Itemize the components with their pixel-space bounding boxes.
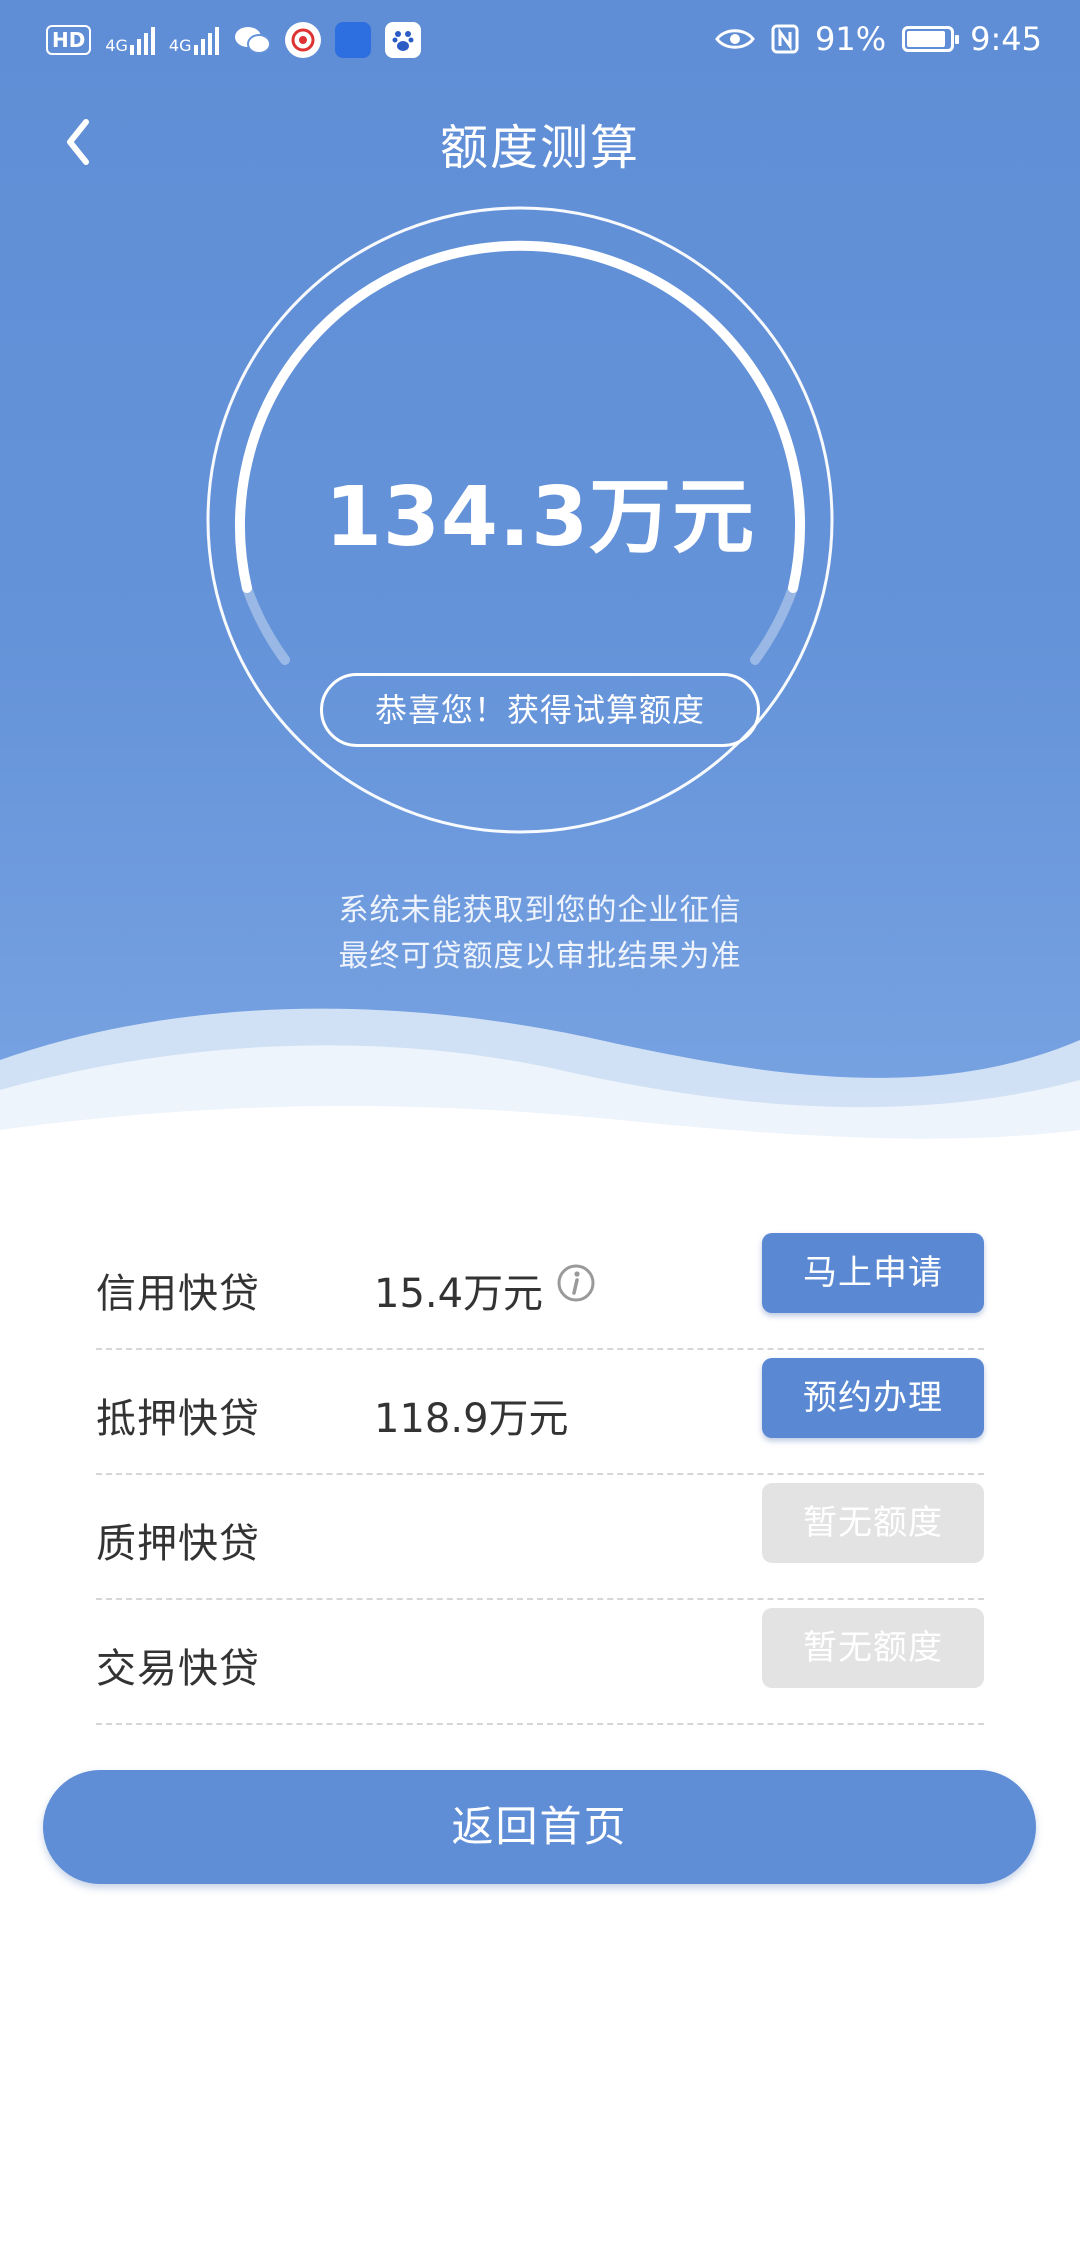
apply-now-button[interactable]: 马上申请 bbox=[762, 1233, 984, 1313]
wave-decoration bbox=[0, 1008, 1080, 1200]
clock: 9:45 bbox=[970, 20, 1042, 58]
no-quota-button: 暂无额度 bbox=[762, 1608, 984, 1688]
product-row-credit: 信用快贷 15.4万元 马上申请 bbox=[96, 1225, 984, 1350]
battery-icon bbox=[902, 26, 960, 52]
product-row-pledge: 质押快贷 暂无额度 bbox=[96, 1475, 984, 1600]
product-name: 信用快贷 bbox=[96, 1271, 260, 1317]
eye-icon bbox=[715, 29, 755, 49]
autohome-icon bbox=[334, 22, 371, 58]
notice-text: 系统未能获取到您的企业征信 最终可贷额度以审批结果为准 bbox=[0, 888, 1080, 980]
notice-line: 系统未能获取到您的企业征信 bbox=[338, 893, 742, 928]
battery-percent: 91% bbox=[815, 20, 887, 58]
page-title: 额度测算 bbox=[439, 120, 640, 176]
product-row-transaction: 交易快贷 暂无额度 bbox=[96, 1600, 984, 1725]
product-list: 信用快贷 15.4万元 马上申请 抵押快贷 118.9万元 预约办理 质押快贷 … bbox=[96, 1225, 984, 1725]
info-icon[interactable] bbox=[556, 1263, 596, 1303]
product-name: 抵押快贷 bbox=[96, 1396, 260, 1442]
signal-icon: 4G bbox=[169, 25, 219, 55]
product-row-mortgage: 抵押快贷 118.9万元 预约办理 bbox=[96, 1350, 984, 1475]
product-name: 质押快贷 bbox=[96, 1521, 260, 1567]
product-amount: 15.4万元 bbox=[374, 1271, 544, 1317]
product-name: 交易快贷 bbox=[96, 1646, 260, 1692]
back-to-home-button[interactable]: 返回首页 bbox=[43, 1770, 1036, 1884]
nfc-icon bbox=[771, 24, 799, 54]
app-icon bbox=[284, 22, 321, 58]
estimated-amount: 134.3万元 bbox=[324, 470, 756, 565]
baidu-icon bbox=[384, 22, 421, 58]
book-appointment-button[interactable]: 预约办理 bbox=[762, 1358, 984, 1438]
product-amount: 118.9万元 bbox=[374, 1396, 569, 1442]
congrats-badge: 恭喜您！获得试算额度 bbox=[320, 673, 760, 747]
notice-line: 最终可贷额度以审批结果为准 bbox=[338, 939, 742, 974]
signal-icon: 4G bbox=[105, 25, 155, 55]
status-bar: HD 4G 4G 91% 9:45 bbox=[0, 0, 1080, 88]
wechat-icon bbox=[234, 27, 271, 54]
no-quota-button: 暂无额度 bbox=[762, 1483, 984, 1563]
hd-icon: HD bbox=[46, 25, 92, 55]
